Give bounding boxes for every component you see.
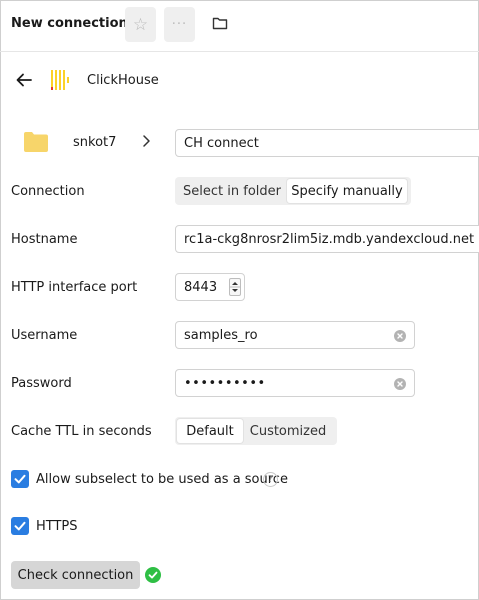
help-icon[interactable]: ? — [263, 472, 278, 487]
clear-icon[interactable] — [394, 330, 406, 342]
port-value: 8443 — [184, 279, 218, 295]
clickhouse-logo-icon — [51, 70, 69, 90]
star-icon: ☆ — [132, 14, 149, 35]
page-title: New connection — [11, 16, 128, 31]
port-stepper[interactable] — [229, 278, 241, 296]
folder-icon[interactable] — [212, 15, 228, 31]
favorite-button[interactable]: ☆ — [125, 7, 156, 42]
stepper-arrows-icon — [230, 282, 240, 292]
clear-icon[interactable] — [394, 378, 406, 390]
allow-subselect-checkbox[interactable] — [11, 470, 29, 488]
connection-name-value: CH connect — [184, 135, 259, 151]
connection-type-name: ClickHouse — [87, 73, 159, 88]
https-checkbox[interactable] — [11, 517, 29, 535]
success-check-icon — [145, 567, 161, 583]
allow-subselect-label[interactable]: Allow subselect to be used as a source — [36, 472, 288, 487]
connection-mode-switch: Select in folder Specify manually — [175, 177, 411, 205]
password-label: Password — [11, 376, 72, 391]
back-arrow-icon[interactable] — [15, 72, 33, 88]
password-input[interactable]: •••••••••• — [175, 369, 415, 397]
cache-ttl-switch: Default Customized — [175, 417, 337, 445]
hostname-input[interactable]: rc1a-ckg8nrosr2lim5iz.mdb.yandexcloud.ne… — [175, 225, 479, 253]
connection-label: Connection — [11, 184, 85, 199]
port-input[interactable]: 8443 — [175, 273, 245, 301]
check-connection-button[interactable]: Check connection — [11, 561, 140, 589]
username-value: samples_ro — [184, 327, 258, 343]
connection-name-input[interactable]: CH connect — [175, 129, 479, 157]
hostname-label: Hostname — [11, 232, 78, 247]
cache-default-option[interactable]: Default — [177, 419, 243, 443]
password-value: •••••••••• — [184, 375, 266, 391]
port-label: HTTP interface port — [11, 280, 138, 295]
https-label[interactable]: HTTPS — [36, 519, 78, 534]
select-in-folder-option[interactable]: Select in folder — [177, 179, 287, 203]
more-button[interactable]: ··· — [164, 7, 195, 42]
hostname-value: rc1a-ckg8nrosr2lim5iz.mdb.yandexcloud.ne… — [184, 231, 475, 247]
cache-ttl-label: Cache TTL in seconds — [11, 424, 152, 439]
more-icon: ··· — [171, 17, 188, 32]
chevron-right-icon — [143, 135, 150, 147]
check-icon — [14, 474, 26, 484]
header: New connection ☆ ··· — [0, 0, 479, 52]
specify-manually-option[interactable]: Specify manually — [287, 179, 407, 203]
path-folder-name[interactable]: snkot7 — [73, 135, 116, 150]
username-label: Username — [11, 328, 78, 343]
username-input[interactable]: samples_ro — [175, 321, 415, 349]
cache-customized-option[interactable]: Customized — [243, 419, 333, 443]
folder-icon — [24, 132, 48, 152]
check-icon — [14, 521, 26, 531]
